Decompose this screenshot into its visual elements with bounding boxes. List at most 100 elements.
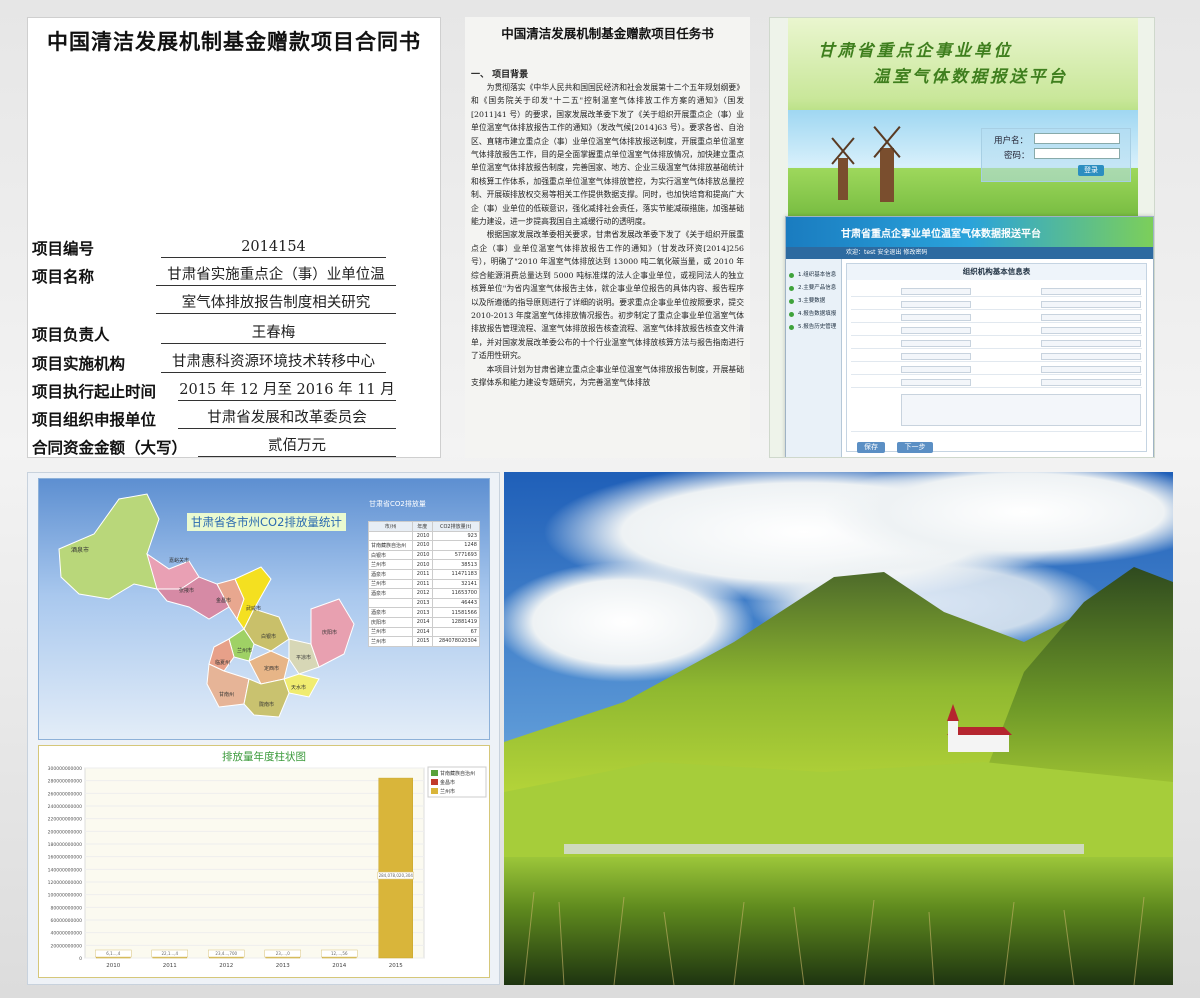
city-label-dingxi: 定西市 <box>264 666 280 672</box>
table-header-co2: CO2排放量(t) <box>431 521 480 532</box>
foreground-grass <box>504 857 1173 985</box>
table-row: 酒泉市 2013 11581566 <box>368 607 480 618</box>
save-button[interactable]: 保存 <box>857 442 885 453</box>
x-tick-label: 2014 <box>332 963 346 969</box>
field-label-implementing-agency: 项目实施机构 <box>32 354 126 373</box>
form-row[interactable] <box>851 325 1142 336</box>
y-tick-label: 200000000000 <box>48 829 82 835</box>
table-row: 2010 923 <box>368 530 480 542</box>
field-value-applicant: 甘肃省发展和改革委员会 <box>178 409 396 429</box>
village-houses <box>564 844 1084 854</box>
y-tick-label: 0 <box>79 956 82 962</box>
bar-chart-svg: 0 20000000000 40000000000 60000000000 800000… <box>48 766 487 969</box>
login-page: 甘肃省重点企事业单位 温室气体数据报送平台 用户名： 密码： 登录 <box>788 18 1138 230</box>
windmill-right-icon <box>880 148 894 202</box>
table-cell-city: 酒泉市 <box>368 588 413 599</box>
sidebar-item-5[interactable]: 5.报告历史管理 <box>786 321 841 334</box>
username-input[interactable] <box>1034 133 1120 144</box>
y-tick-label: 140000000000 <box>48 867 82 873</box>
form-row[interactable] <box>851 299 1142 310</box>
bar-label: 23,...,0 <box>276 951 290 956</box>
y-tick-label: 40000000000 <box>51 931 83 937</box>
sidebar-item-2[interactable]: 2.主要产品信息 <box>786 282 841 295</box>
sidebar-item-1[interactable]: 1.组织基本信息 <box>786 269 841 282</box>
table-cell-year: 2013 <box>412 607 433 618</box>
contract-title: 中国清洁发展机制基金赠款项目合同书 <box>47 29 421 54</box>
city-label-lanzhou: 兰州市 <box>237 648 253 654</box>
emission-statistics-panel: 酒泉市 嘉峪关市 张掖市 金昌市 武威市 白银市 兰州市 临夏州 定西市 平凉市… <box>27 472 500 985</box>
y-tick-label: 280000000000 <box>48 779 82 785</box>
form-row[interactable] <box>851 364 1142 375</box>
taskbook-page: 中国清洁发展机制基金赠款项目任务书 一、 项目背景 为贯彻落实《中华人民共和国国… <box>465 17 750 458</box>
table-row: 兰州市 2010 38513 <box>368 559 480 570</box>
table-row: 2013 46443 <box>368 597 480 609</box>
taskbook-paragraph-2: 根据国家发展改革委相关要求，甘肃省发展改革委下发了《关于组织开展重点企（事）业单… <box>471 230 744 361</box>
x-tick-label: 2015 <box>389 963 403 969</box>
y-tick-label: 100000000000 <box>48 893 82 899</box>
landscape-photo <box>504 472 1173 985</box>
city-label-pingliang: 平凉市 <box>296 655 312 661</box>
table-cell-city: 兰州市 <box>368 626 413 638</box>
field-label-project-name: 项目名称 <box>32 267 95 286</box>
city-label-zhangye: 张掖市 <box>179 588 195 594</box>
plot-area <box>84 767 425 959</box>
table-cell-year: 2010 <box>412 549 433 561</box>
password-label: 密码： <box>1004 151 1030 161</box>
sidebar-item-3[interactable]: 3.主要数据 <box>786 295 841 308</box>
table-cell-city: 兰州市 <box>368 578 413 590</box>
field-value-amount: 贰佰万元 <box>198 437 396 457</box>
windmill-left-icon <box>838 158 848 200</box>
legend-swatch <box>431 770 438 776</box>
taskbook-title: 中国清洁发展机制基金赠款项目任务书 <box>501 26 714 41</box>
city-label-gannan: 甘南州 <box>219 692 235 698</box>
field-value-project-number: 2014154 <box>161 238 386 258</box>
sidebar-item-4[interactable]: 4.报告数据填报 <box>786 308 841 321</box>
y-tick-label: 60000000000 <box>51 918 83 924</box>
y-tick-label: 220000000000 <box>48 817 82 823</box>
login-button[interactable]: 登录 <box>1078 165 1104 176</box>
form-row[interactable] <box>851 351 1142 362</box>
map-region-gannan[interactable] <box>206 663 250 708</box>
field-label-execution-period: 项目执行起止时间 <box>32 382 157 401</box>
map-view: 酒泉市 嘉峪关市 张掖市 金昌市 武威市 白银市 兰州市 临夏州 定西市 平凉市… <box>38 478 490 740</box>
platform-title-line-1: 甘肃省重点企事业单位 <box>818 41 1013 60</box>
taskbook-paragraph-3: 本项目计划为甘肃省建立重点企事业单位温室气体排放报告制度，开展基础支撑体系和能力… <box>471 364 744 387</box>
city-label-tianshui: 天水市 <box>291 685 307 691</box>
form-row[interactable] <box>851 338 1142 349</box>
bar-label: 12,...,56 <box>331 951 348 956</box>
bar-label: 22,1...,4 <box>161 951 178 956</box>
form-textarea[interactable] <box>851 392 1142 432</box>
y-tick-label: 80000000000 <box>51 905 83 911</box>
form-row[interactable] <box>851 312 1142 323</box>
password-input[interactable] <box>1034 148 1120 159</box>
table-cell-co2: 11471183 <box>431 568 480 580</box>
organization-info-form: 组织机构基本信息表 保存 下一步 <box>846 263 1147 453</box>
table-row: 酒泉市 2012 11653700 <box>368 588 480 599</box>
city-label-longnan: 陇南市 <box>259 702 275 708</box>
y-tick-label: 120000000000 <box>48 880 82 886</box>
field-value-project-name-2: 室气体排放报告制度相关研究 <box>156 294 396 314</box>
form-row[interactable] <box>851 377 1142 388</box>
table-cell-co2: 923 <box>431 530 480 542</box>
next-button[interactable]: 下一步 <box>897 442 933 453</box>
platform-screenshots: 甘肃省重点企事业单位 温室气体数据报送平台 用户名： 密码： 登录 甘肃省重点企… <box>769 17 1155 458</box>
username-label: 用户名： <box>994 136 1029 146</box>
field-label-project-leader: 项目负责人 <box>32 325 110 344</box>
form-row[interactable] <box>851 286 1142 297</box>
table-cell-city: 酒泉市 <box>368 568 413 580</box>
table-cell-city: 酒泉市 <box>368 607 413 618</box>
city-label-qingyang: 庆阳市 <box>322 630 338 636</box>
table-cell-co2: 11653700 <box>431 588 480 599</box>
y-tick-label: 260000000000 <box>48 791 82 797</box>
table-cell-year: 2010 <box>412 559 433 570</box>
table-row: 兰州市 2015 284078020304 <box>368 636 480 647</box>
taskbook-section-heading: 一、 项目背景 <box>471 70 529 80</box>
table-cell-year: 2014 <box>412 626 433 638</box>
field-value-project-leader: 王春梅 <box>161 324 386 344</box>
legend-swatch <box>431 779 438 785</box>
platform-title: 甘肃省重点企事业单位 温室气体数据报送平台 <box>818 38 1068 90</box>
map-region-longnan[interactable] <box>243 678 290 718</box>
table-cell-city: 庆阳市 <box>368 616 413 628</box>
table-cell-city: 甘南藏族自治州 <box>368 540 413 551</box>
data-system-window: 甘肃省重点企事业单位温室气体数据报送平台 欢迎：test 安全退出 修改密码 1… <box>785 216 1154 457</box>
